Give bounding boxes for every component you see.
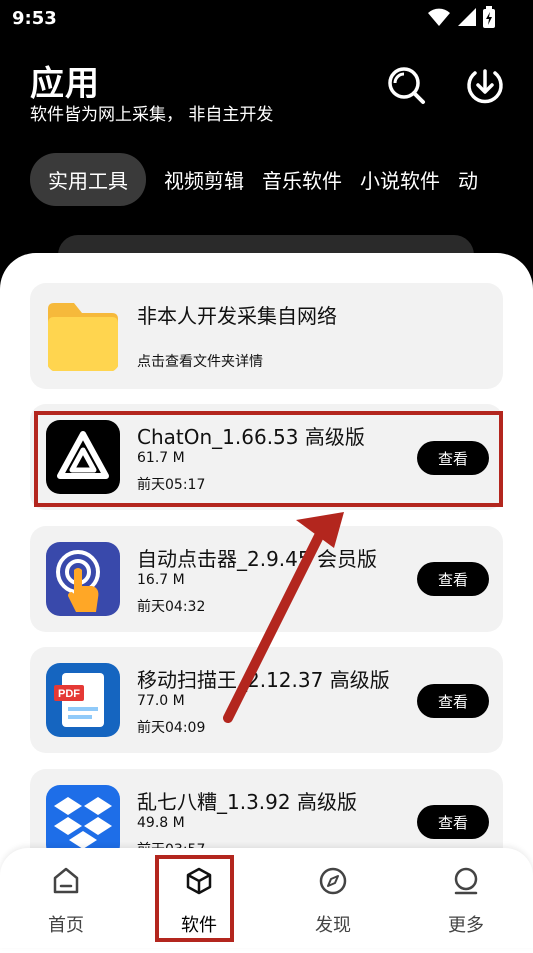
signal-icon <box>458 8 476 26</box>
folder-card[interactable]: 非本人开发采集自网络 点击查看文件夹详情 <box>30 283 503 389</box>
wifi-icon <box>428 8 450 26</box>
more-icon <box>454 867 478 895</box>
page-subtitle: 软件皆为网上采集， 非自主开发 <box>30 105 274 125</box>
nav-more-label: 更多 <box>448 915 484 936</box>
nav-home[interactable]: 首页 <box>26 866 106 937</box>
app-time: 前天04:32 <box>137 599 206 615</box>
tab-more[interactable]: 动 <box>458 153 478 206</box>
app-name: 乱七八糟_1.3.92 高级版 <box>137 790 357 814</box>
battery-icon <box>483 6 495 28</box>
auto-clicker-icon <box>46 542 120 616</box>
pdf-scanner-icon: PDF <box>46 663 120 737</box>
nav-more[interactable]: 更多 <box>426 866 506 937</box>
nav-highlight-box <box>155 855 234 942</box>
search-icon <box>388 67 425 104</box>
app-card[interactable]: 自动点击器_2.9.45 会员版 16.7 M 前天04:32 查看 <box>30 526 503 632</box>
tab-novel[interactable]: 小说软件 <box>360 153 440 206</box>
folder-icon <box>46 299 120 373</box>
home-icon <box>53 867 79 894</box>
status-time: 9:53 <box>12 8 57 29</box>
download-button[interactable] <box>464 64 506 106</box>
app-card[interactable]: PDF 移动扫描王_2.12.37 高级版 77.0 M 前天04:09 查看 <box>30 647 503 753</box>
folder-subtitle: 点击查看文件夹详情 <box>137 354 263 370</box>
status-icons <box>427 6 495 28</box>
app-name: 移动扫描王_2.12.37 高级版 <box>137 668 390 692</box>
tab-video[interactable]: 视频剪辑 <box>164 153 244 206</box>
nav-discover[interactable]: 发现 <box>293 866 373 937</box>
compass-icon <box>319 867 347 895</box>
search-button[interactable] <box>385 64 427 106</box>
page-title: 应用 <box>30 64 100 104</box>
download-icon <box>467 69 503 104</box>
tab-music[interactable]: 音乐软件 <box>262 153 342 206</box>
bottom-nav: 首页 软件 发现 更多 <box>0 848 533 948</box>
tab-tools[interactable]: 实用工具 <box>30 152 146 206</box>
folder-title: 非本人开发采集自网络 <box>137 304 337 328</box>
svg-text:PDF: PDF <box>58 688 80 700</box>
view-button[interactable]: 查看 <box>417 805 489 839</box>
status-bar: 9:53 <box>0 0 533 36</box>
app-size: 16.7 M <box>137 572 185 588</box>
view-button[interactable]: 查看 <box>417 562 489 596</box>
nav-home-label: 首页 <box>48 915 84 936</box>
app-size: 49.8 M <box>137 815 185 831</box>
highlight-box <box>34 411 503 507</box>
category-tabs: 实用工具 视频剪辑 音乐软件 小说软件 动 <box>30 152 478 206</box>
app-time: 前天04:09 <box>137 720 206 736</box>
app-size: 77.0 M <box>137 693 185 709</box>
app-name: 自动点击器_2.9.45 会员版 <box>137 547 377 571</box>
nav-discover-label: 发现 <box>315 915 351 936</box>
view-button[interactable]: 查看 <box>417 684 489 718</box>
